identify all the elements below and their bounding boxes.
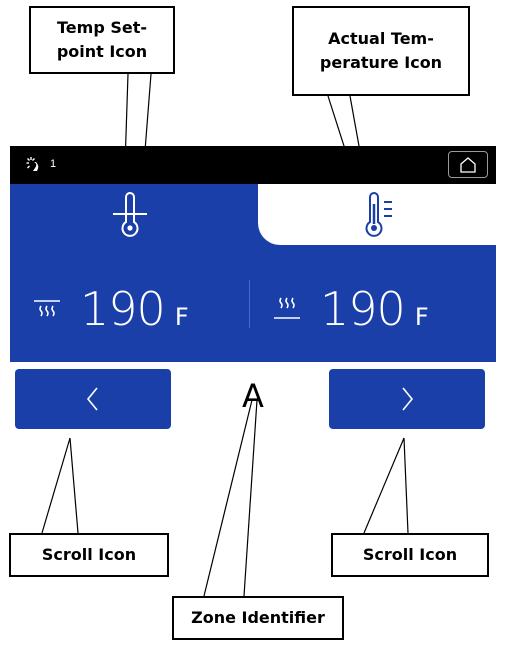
chevron-left-icon [86,387,98,411]
callout-zone-identifier: Zone Identifier [172,596,344,640]
actual-unit: F [414,303,429,331]
callout-zone-identifier-label: Zone Identifier [191,608,325,627]
callout-actual-temp-line2: perature Icon [319,53,443,72]
chevron-right-icon [402,387,414,411]
callout-scroll-left-label: Scroll Icon [41,545,137,564]
callout-scroll-icon-right: Scroll Icon [331,533,489,577]
thermometer-actual-icon[interactable] [360,192,400,238]
heat-actual-icon [274,297,300,319]
zone-temperature-panel: 190 F 190 F [10,184,496,362]
scroll-left-button[interactable] [15,369,171,429]
home-button[interactable] [448,151,488,178]
callout-scroll-right-label: Scroll Icon [362,545,458,564]
callout-actual-temperature-icon: Actual Tem- perature Icon [292,6,470,96]
light-level-value: 1 [50,158,57,170]
callout-actual-temp-line1: Actual Tem- [328,29,434,48]
status-bar: 1 [10,146,496,184]
setpoint-reading: 190 F [32,282,189,336]
home-icon [460,156,476,173]
callout-temp-setpoint-icon: Temp Set- point Icon [29,6,175,74]
setpoint-value: 190 [80,282,166,336]
setpoint-unit: F [174,303,189,331]
zone-identifier: A [242,377,264,415]
scroll-right-button[interactable] [329,369,485,429]
callout-temp-setpoint-line2: point Icon [56,42,148,61]
callout-temp-setpoint-line1: Temp Set- [57,18,147,37]
callout-scroll-icon-left: Scroll Icon [9,533,169,577]
actual-value: 190 [320,282,406,336]
reading-divider [249,280,250,328]
thermometer-setpoint-icon[interactable] [110,192,150,238]
light-icon[interactable] [26,155,46,175]
actual-reading: 190 F [272,282,429,336]
heat-setpoint-icon [34,300,60,317]
